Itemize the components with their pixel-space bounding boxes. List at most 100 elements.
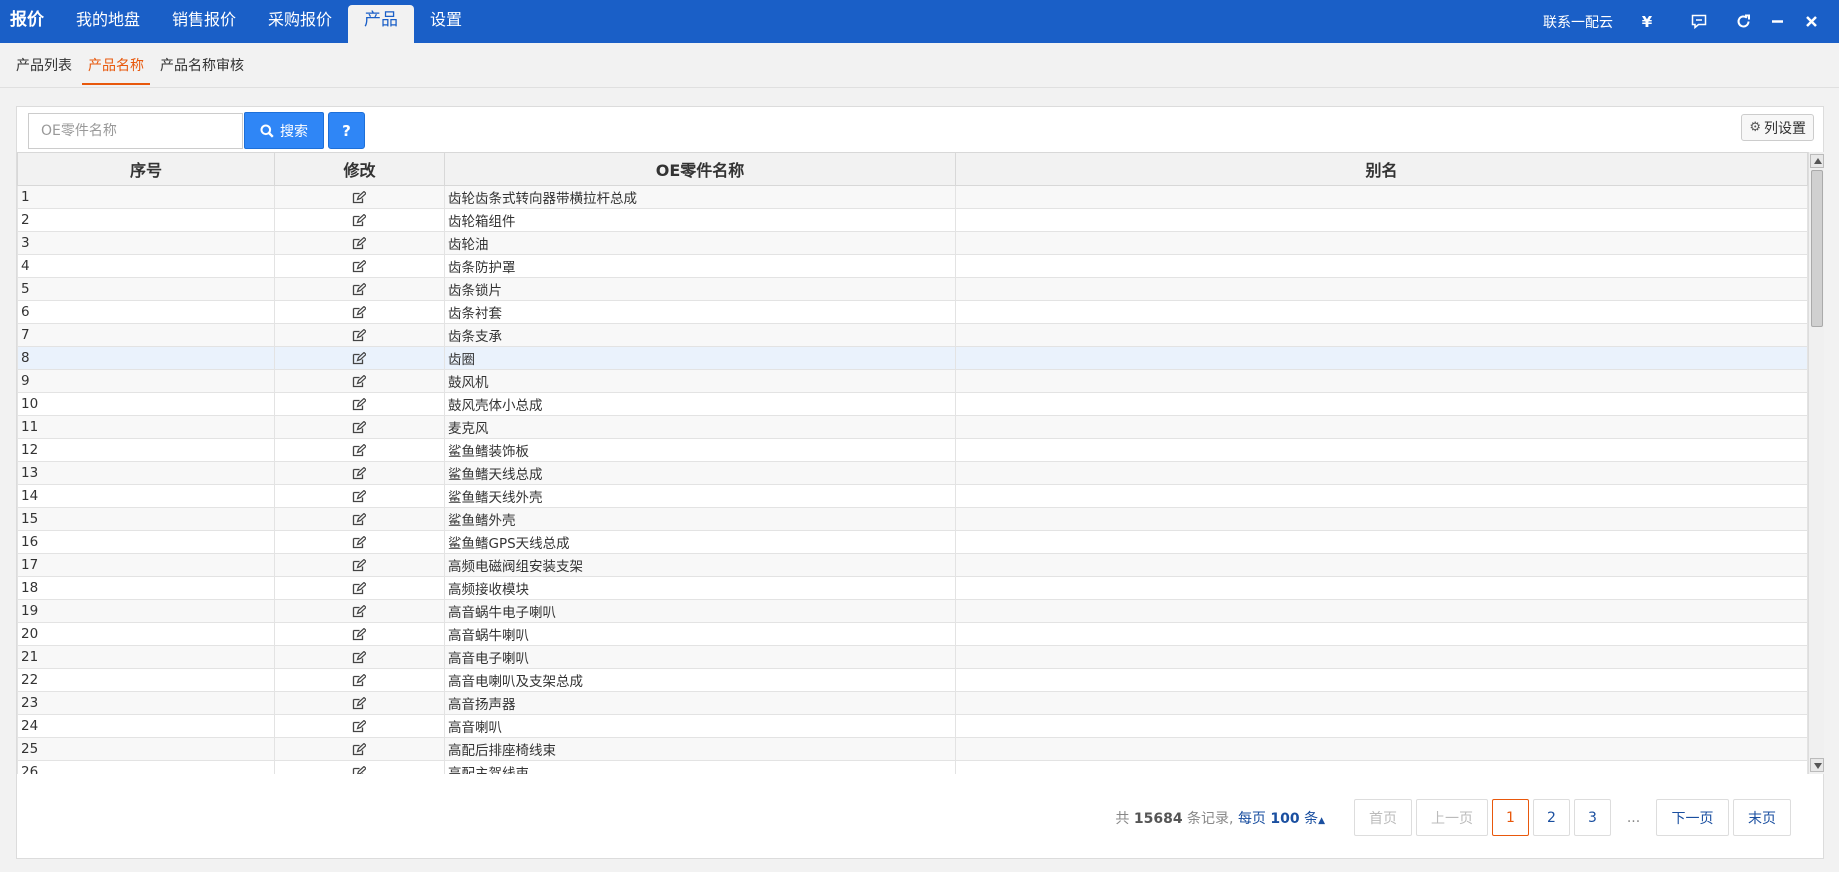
column-header-oe-name[interactable]: OE零件名称 <box>444 152 956 186</box>
table-row[interactable]: 15 鲨鱼鳍外壳 <box>17 507 1808 531</box>
app-brand[interactable]: 报价 <box>10 0 44 43</box>
column-header-edit[interactable]: 修改 <box>274 152 445 186</box>
table-row[interactable]: 16 鲨鱼鳍GPS天线总成 <box>17 530 1808 554</box>
table-row[interactable]: 2 齿轮箱组件 <box>17 208 1808 232</box>
edit-icon[interactable] <box>352 465 366 481</box>
nav-item-settings[interactable]: 设置 <box>414 0 478 43</box>
table-row[interactable]: 10 鼓风壳体小总成 <box>17 392 1808 416</box>
subtab-product-name-review[interactable]: 产品名称审核 <box>160 55 244 85</box>
cell-oe-name: 齿条衬套 <box>444 300 956 324</box>
edit-icon[interactable] <box>352 672 366 688</box>
edit-icon[interactable] <box>352 258 366 274</box>
help-button[interactable]: ? <box>328 112 365 149</box>
table-row[interactable]: 26 高配主驾线束 <box>17 760 1808 774</box>
column-settings-button[interactable]: ⚙ 列设置 <box>1741 114 1814 141</box>
table-row[interactable]: 21 高音电子喇叭 <box>17 645 1808 669</box>
table-row[interactable]: 6 齿条衬套 <box>17 300 1808 324</box>
table-row[interactable]: 18 高频接收模块 <box>17 576 1808 600</box>
close-icon[interactable] <box>1799 10 1823 34</box>
first-page-button[interactable]: 首页 <box>1354 799 1412 836</box>
column-header-alias[interactable]: 别名 <box>955 152 1808 186</box>
edit-icon[interactable] <box>352 557 366 573</box>
last-page-button[interactable]: 末页 <box>1733 799 1791 836</box>
scroll-thumb[interactable] <box>1811 170 1823 327</box>
table-row[interactable]: 22 高音电喇叭及支架总成 <box>17 668 1808 692</box>
table-row[interactable]: 17 高频电磁阀组安装支架 <box>17 553 1808 577</box>
edit-icon[interactable] <box>352 396 366 412</box>
cell-oe-name: 高音扬声器 <box>444 691 956 715</box>
yuan-icon[interactable]: ¥ <box>1635 10 1659 34</box>
main-panel: 搜索 ? ⚙ 列设置 序号 修改 OE零件名称 别名 1 齿轮齿条式转向器带横拉杆… <box>16 106 1824 859</box>
edit-icon[interactable] <box>352 235 366 251</box>
cell-row-number: 23 <box>17 691 275 715</box>
subtab-product-list[interactable]: 产品列表 <box>16 55 72 85</box>
table-row[interactable]: 25 高配后排座椅线束 <box>17 737 1808 761</box>
table-row[interactable]: 24 高音喇叭 <box>17 714 1808 738</box>
next-page-button[interactable]: 下一页 <box>1656 799 1729 836</box>
table-row[interactable]: 13 鲨鱼鳍天线总成 <box>17 461 1808 485</box>
edit-icon[interactable] <box>352 626 366 642</box>
edit-icon[interactable] <box>352 304 366 320</box>
table-row[interactable]: 5 齿条锁片 <box>17 277 1808 301</box>
edit-icon[interactable] <box>352 511 366 527</box>
edit-icon[interactable] <box>352 350 366 366</box>
column-header-no[interactable]: 序号 <box>17 152 275 186</box>
search-button[interactable]: 搜索 <box>244 112 324 149</box>
edit-icon[interactable] <box>352 603 366 619</box>
page-button-1[interactable]: 1 <box>1492 799 1529 836</box>
table-row[interactable]: 12 鲨鱼鳍装饰板 <box>17 438 1808 462</box>
search-input[interactable] <box>28 113 243 149</box>
topbar-actions: 联系一配云 ¥ <box>1543 0 1839 43</box>
table-row[interactable]: 14 鲨鱼鳍天线外壳 <box>17 484 1808 508</box>
table-row[interactable]: 9 鼓风机 <box>17 369 1808 393</box>
cell-alias <box>955 576 1808 600</box>
cell-edit <box>274 415 445 439</box>
subtab-product-name[interactable]: 产品名称 <box>82 55 150 85</box>
table-row[interactable]: 19 高音蜗牛电子喇叭 <box>17 599 1808 623</box>
refresh-icon[interactable] <box>1731 10 1755 34</box>
edit-icon[interactable] <box>352 695 366 711</box>
edit-icon[interactable] <box>352 718 366 734</box>
edit-icon[interactable] <box>352 189 366 205</box>
vertical-scrollbar[interactable] <box>1808 152 1824 774</box>
per-page-selector[interactable]: 每页 100 条▲ <box>1238 811 1325 827</box>
table-row[interactable]: 8 齿圈 <box>17 346 1808 370</box>
nav-item-sales-quote[interactable]: 销售报价 <box>156 0 252 43</box>
edit-icon[interactable] <box>352 649 366 665</box>
edit-icon[interactable] <box>352 212 366 228</box>
edit-icon[interactable] <box>352 281 366 297</box>
contact-link[interactable]: 联系一配云 <box>1543 12 1613 32</box>
chat-icon[interactable] <box>1687 10 1711 34</box>
edit-icon[interactable] <box>352 442 366 458</box>
edit-icon[interactable] <box>352 488 366 504</box>
nav-item-product[interactable]: 产品 <box>348 5 415 43</box>
cell-alias <box>955 714 1808 738</box>
page-button-2[interactable]: 2 <box>1533 799 1570 836</box>
scroll-down-button[interactable] <box>1810 758 1824 772</box>
table-row[interactable]: 20 高音蜗牛喇叭 <box>17 622 1808 646</box>
edit-icon[interactable] <box>352 373 366 389</box>
cell-alias <box>955 392 1808 416</box>
prev-page-button[interactable]: 上一页 <box>1416 799 1488 836</box>
caret-up-icon: ▲ <box>1318 815 1325 826</box>
edit-icon[interactable] <box>352 419 366 435</box>
table-row[interactable]: 1 齿轮齿条式转向器带横拉杆总成 <box>17 185 1808 209</box>
cell-edit <box>274 277 445 301</box>
edit-icon[interactable] <box>352 534 366 550</box>
edit-icon[interactable] <box>352 327 366 343</box>
nav-item-purchase-quote[interactable]: 采购报价 <box>252 0 348 43</box>
table-row[interactable]: 23 高音扬声器 <box>17 691 1808 715</box>
page-button-3[interactable]: 3 <box>1574 799 1611 836</box>
table-row[interactable]: 3 齿轮油 <box>17 231 1808 255</box>
cell-row-number: 24 <box>17 714 275 738</box>
table-row[interactable]: 11 麦克风 <box>17 415 1808 439</box>
cell-alias <box>955 438 1808 462</box>
table-row[interactable]: 7 齿条支承 <box>17 323 1808 347</box>
minimize-icon[interactable] <box>1765 10 1789 34</box>
edit-icon[interactable] <box>352 580 366 596</box>
table-row[interactable]: 4 齿条防护罩 <box>17 254 1808 278</box>
nav-item-my-territory[interactable]: 我的地盘 <box>60 0 156 43</box>
edit-icon[interactable] <box>352 764 366 774</box>
scroll-up-button[interactable] <box>1810 154 1824 168</box>
edit-icon[interactable] <box>352 741 366 757</box>
